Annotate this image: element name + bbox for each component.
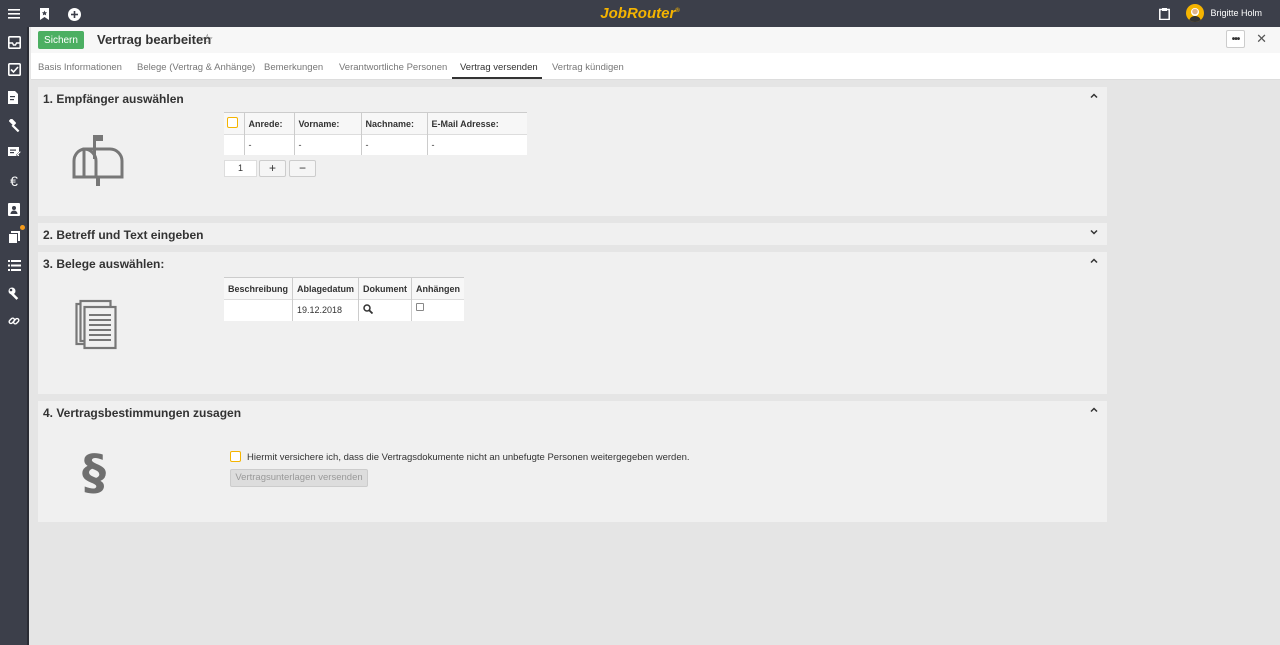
active-tab-indicator xyxy=(452,77,542,79)
tab-bemerkungen[interactable]: Bemerkungen xyxy=(264,62,323,73)
remove-row-button[interactable]: − xyxy=(289,160,316,177)
tab-basis-informationen[interactable]: Basis Informationen xyxy=(38,62,122,73)
row-count-input[interactable]: 1 xyxy=(224,160,257,177)
column-header: Beschreibung xyxy=(224,277,293,300)
section-title: 2. Betreff und Text eingeben xyxy=(43,228,204,242)
chevron-up-icon[interactable] xyxy=(1089,91,1099,101)
agree-label: Hiermit versichere ich, dass die Vertrag… xyxy=(247,452,690,463)
close-icon[interactable]: ✕ xyxy=(1256,31,1267,47)
column-header: E-Mail Adresse: xyxy=(426,112,527,135)
column-header: Ablagedatum xyxy=(292,277,359,300)
notification-dot xyxy=(20,225,25,230)
paragraph-icon: § xyxy=(82,445,106,501)
section-title: 4. Vertragsbestimmungen zusagen xyxy=(43,406,242,420)
cell-email[interactable]: - xyxy=(426,134,527,155)
section-title: 3. Belege auswählen: xyxy=(43,257,165,271)
cell-ablagedatum: 19.12.2018 xyxy=(292,299,359,321)
cell-dokument xyxy=(358,299,412,321)
column-header: Vorname: xyxy=(293,112,361,135)
panel-empfaenger: 1. Empfänger auswählen Anrede: Vorname: … xyxy=(38,87,1107,216)
add-row-button[interactable]: + xyxy=(259,160,286,177)
wrench-icon[interactable] xyxy=(5,284,23,302)
forms-icon[interactable] xyxy=(5,144,23,162)
toolbar: Sichern Vertrag bearbeiten ☆ ••• ✕ xyxy=(31,27,1280,53)
more-options-button[interactable]: ••• xyxy=(1226,30,1245,48)
column-header: Nachname: xyxy=(360,112,427,135)
bookmark-icon[interactable] xyxy=(35,5,53,23)
save-button[interactable]: Sichern xyxy=(38,31,84,49)
table-row: - - - - xyxy=(224,134,527,155)
add-circle-icon[interactable] xyxy=(65,5,83,23)
tab-vertrag-versenden[interactable]: Vertrag versenden xyxy=(460,62,538,73)
documents-stack-icon xyxy=(75,299,117,350)
brand-name: JobRouter xyxy=(600,5,676,22)
favorite-star-icon[interactable]: ☆ xyxy=(201,31,214,48)
top-bar: JobRouter® Brigitte Holm xyxy=(0,0,1280,27)
brand-mark: ® xyxy=(675,8,680,14)
tab-bar: Basis Informationen Belege (Vertrag & An… xyxy=(31,53,1280,80)
avatar xyxy=(1186,4,1205,22)
panel-betreff: 2. Betreff und Text eingeben xyxy=(38,223,1107,245)
page-title: Vertrag bearbeiten xyxy=(97,32,212,47)
column-header: Dokument xyxy=(358,277,412,300)
column-header: Anrede: xyxy=(243,112,294,135)
documents-table: Beschreibung Ablagedatum Dokument Anhäng… xyxy=(224,277,465,321)
document-edit-icon[interactable] xyxy=(5,88,23,106)
chevron-up-icon[interactable] xyxy=(1089,405,1099,415)
cell-anhaengen xyxy=(411,299,465,321)
sidebar: € xyxy=(0,27,29,645)
select-all-checkbox[interactable] xyxy=(227,117,238,128)
cell-anrede[interactable]: - xyxy=(243,134,294,155)
clipboard-icon[interactable] xyxy=(1155,5,1173,23)
column-header: Anhängen xyxy=(411,277,465,300)
cell-beschreibung[interactable] xyxy=(224,299,293,321)
inbox-icon[interactable] xyxy=(5,33,23,51)
link-icon[interactable] xyxy=(5,312,23,330)
menu-icon[interactable] xyxy=(5,5,23,23)
send-documents-button[interactable]: Vertragsunterlagen versenden xyxy=(230,469,368,487)
cell-nachname[interactable]: - xyxy=(360,134,427,155)
tab-verantwortliche-personen[interactable]: Verantwortliche Personen xyxy=(339,62,447,73)
agree-checkbox[interactable] xyxy=(230,451,241,462)
task-check-icon[interactable] xyxy=(5,60,23,78)
user-menu[interactable]: Brigitte Holm xyxy=(1186,4,1262,22)
list-icon[interactable] xyxy=(5,256,23,274)
hammer-icon[interactable] xyxy=(5,116,23,134)
documents-icon[interactable] xyxy=(5,225,25,246)
euro-icon[interactable]: € xyxy=(5,172,23,190)
cell-vorname[interactable]: - xyxy=(293,134,361,155)
tab-belege[interactable]: Belege (Vertrag & Anhänge) xyxy=(137,62,255,73)
chevron-up-icon[interactable] xyxy=(1089,256,1099,266)
user-name: Brigitte Holm xyxy=(1210,8,1262,18)
mailbox-icon xyxy=(72,135,124,186)
search-icon[interactable] xyxy=(363,304,374,315)
recipients-table: Anrede: Vorname: Nachname: E-Mail Adress… xyxy=(224,112,527,155)
contacts-icon[interactable] xyxy=(5,200,23,218)
table-row: 19.12.2018 xyxy=(224,299,465,321)
section-title: 1. Empfänger auswählen xyxy=(43,92,184,106)
attach-checkbox[interactable] xyxy=(416,303,425,311)
panel-belege: 3. Belege auswählen: Beschreibung Ablage… xyxy=(38,252,1107,394)
brand-logo: JobRouter® xyxy=(0,5,1280,22)
chevron-down-icon[interactable] xyxy=(1089,227,1099,237)
tab-vertrag-kuendigen[interactable]: Vertrag kündigen xyxy=(552,62,624,73)
panel-vertragsbestimmungen: 4. Vertragsbestimmungen zusagen § Hiermi… xyxy=(38,401,1107,522)
